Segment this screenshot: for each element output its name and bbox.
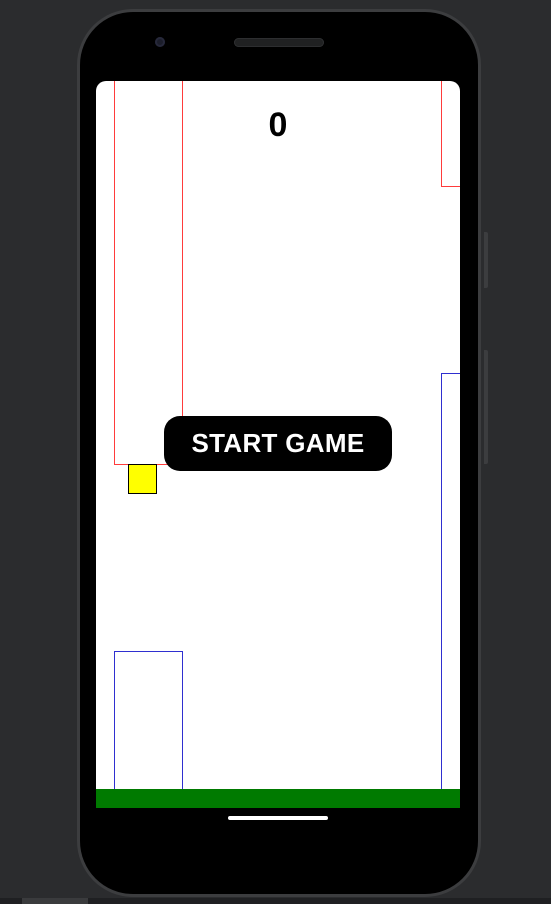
top-pipe (441, 81, 460, 187)
emulator-viewport: 0 START GAME (0, 0, 551, 904)
emulator-bottom-tab (22, 898, 88, 904)
bottom-pipe (441, 373, 460, 789)
home-indicator[interactable] (228, 816, 328, 820)
top-pipe (114, 81, 183, 465)
start-game-button[interactable]: START GAME (164, 416, 392, 471)
score-display: 0 (268, 106, 288, 144)
earpiece-speaker (234, 38, 324, 47)
power-button (484, 232, 488, 288)
bottom-pipe (114, 651, 183, 789)
ground (96, 789, 460, 808)
bird-player (128, 464, 157, 494)
front-camera-icon (155, 37, 165, 47)
volume-button (484, 350, 488, 464)
game-screen[interactable]: 0 START GAME (96, 81, 460, 808)
